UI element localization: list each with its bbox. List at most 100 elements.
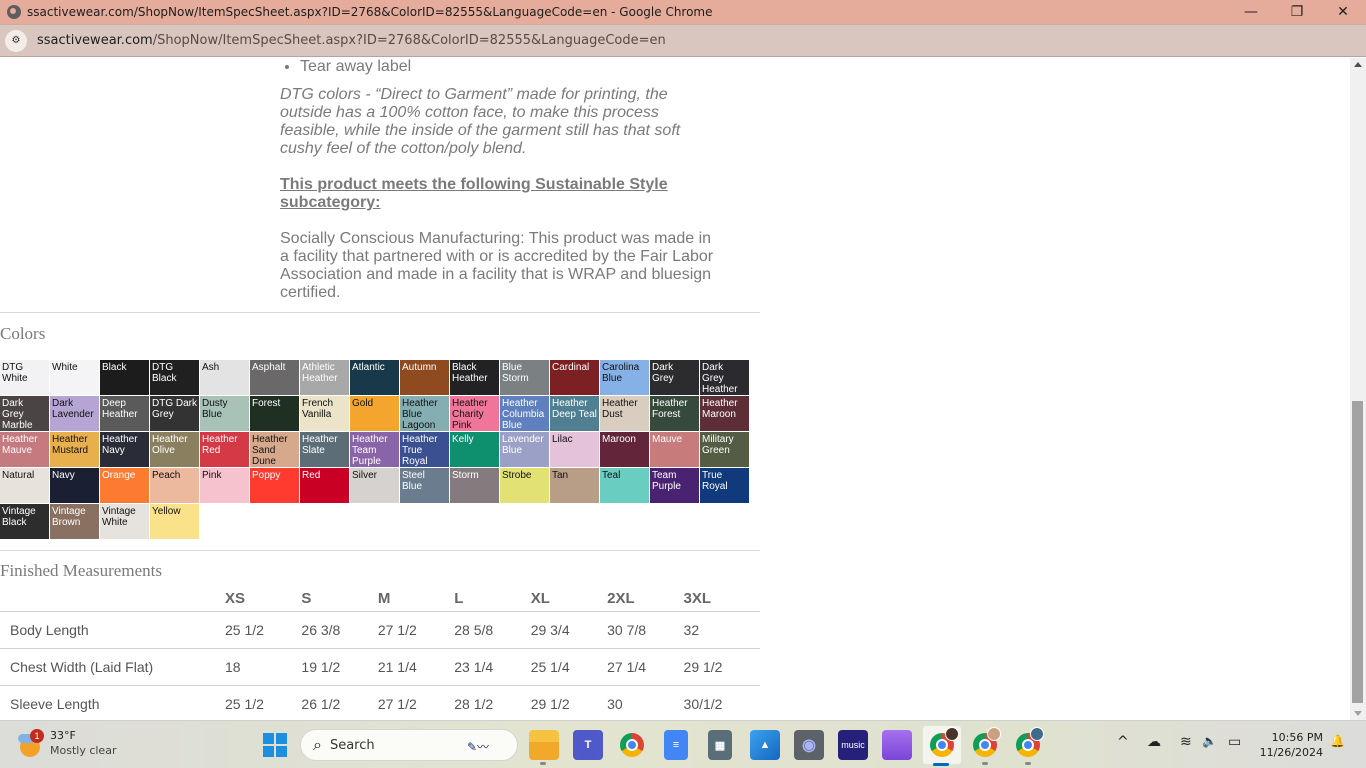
- color-swatch[interactable]: Heather Mauve: [0, 432, 49, 467]
- color-swatch[interactable]: Heather True Royal: [400, 432, 449, 467]
- color-swatch[interactable]: Heather Slate: [300, 432, 349, 467]
- color-swatch[interactable]: Military Green: [700, 432, 749, 467]
- color-swatch[interactable]: Heather Olive: [150, 432, 199, 467]
- color-swatch[interactable]: Heather Forest: [650, 396, 699, 431]
- color-swatch[interactable]: Tan: [550, 468, 599, 503]
- color-swatch[interactable]: Blue Storm: [500, 360, 549, 395]
- battery-icon[interactable]: ▭: [1228, 734, 1241, 750]
- color-swatch[interactable]: Strobe: [500, 468, 549, 503]
- color-swatch[interactable]: Carolina Blue: [600, 360, 649, 395]
- minimize-button[interactable]: —: [1228, 0, 1274, 24]
- color-swatch[interactable]: Orange: [100, 468, 149, 503]
- color-swatch[interactable]: Pink: [200, 468, 249, 503]
- volume-icon[interactable]: 🔈: [1202, 734, 1217, 748]
- measurement-value: 29 1/2: [530, 684, 608, 720]
- address-bar[interactable]: ⚙ ssactivewear.com/ShopNow/ItemSpecSheet…: [0, 24, 1366, 57]
- color-swatch[interactable]: Lilac: [550, 432, 599, 467]
- vertical-scrollbar[interactable]: [1350, 58, 1366, 720]
- color-swatch[interactable]: Heather Team Purple: [350, 432, 399, 467]
- color-swatch[interactable]: Maroon: [600, 432, 649, 467]
- color-swatch[interactable]: Steel Blue: [400, 468, 449, 503]
- color-swatch[interactable]: Vintage White: [100, 504, 149, 539]
- color-swatch[interactable]: Cardinal: [550, 360, 599, 395]
- color-swatch[interactable]: Forest: [250, 396, 299, 431]
- color-swatch[interactable]: Heather Sand Dune: [250, 432, 299, 467]
- color-swatch[interactable]: Autumn: [400, 360, 449, 395]
- measurement-value: 30 7/8: [607, 610, 684, 648]
- site-info-button[interactable]: ⚙: [5, 29, 27, 52]
- scroll-up-icon[interactable]: [1354, 62, 1362, 67]
- teams-icon[interactable]: T: [573, 730, 603, 760]
- color-swatch[interactable]: Storm: [450, 468, 499, 503]
- color-swatch[interactable]: French Vanilla: [300, 396, 349, 431]
- color-swatch[interactable]: Heather Maroon: [700, 396, 749, 431]
- color-swatch[interactable]: White: [50, 360, 99, 395]
- color-swatch[interactable]: Asphalt: [250, 360, 299, 395]
- color-swatch[interactable]: Dark Lavender: [50, 396, 99, 431]
- color-swatch[interactable]: Dusty Blue: [200, 396, 249, 431]
- color-swatch[interactable]: Atlantic: [350, 360, 399, 395]
- color-swatch[interactable]: Poppy: [250, 468, 299, 503]
- color-swatch[interactable]: Natural: [0, 468, 49, 503]
- onedrive-icon[interactable]: ☁: [1147, 734, 1161, 750]
- color-swatch[interactable]: Heather Navy: [100, 432, 149, 467]
- chrome-icon[interactable]: [617, 730, 647, 760]
- restore-button[interactable]: ❐: [1274, 0, 1320, 24]
- photos-icon[interactable]: ▲: [750, 730, 780, 760]
- show-hidden-icons-button[interactable]: ^: [1117, 734, 1129, 750]
- camera-icon[interactable]: ◉: [794, 730, 824, 760]
- color-swatch[interactable]: Team Purple: [650, 468, 699, 503]
- color-swatch[interactable]: Heather Dust: [600, 396, 649, 431]
- color-swatch[interactable]: Gold: [350, 396, 399, 431]
- color-swatch[interactable]: Athletic Heather: [300, 360, 349, 395]
- color-swatch[interactable]: Kelly: [450, 432, 499, 467]
- color-swatch[interactable]: Heather Blue Lagoon: [400, 396, 449, 431]
- file-explorer-icon[interactable]: [529, 730, 559, 760]
- color-swatch[interactable]: Dark Grey Marble: [0, 396, 49, 431]
- color-swatch[interactable]: True Royal: [700, 468, 749, 503]
- notification-bell-icon[interactable]: 🔔: [1330, 734, 1345, 748]
- color-swatch[interactable]: Navy: [50, 468, 99, 503]
- color-swatch[interactable]: Teal: [600, 468, 649, 503]
- scroll-down-icon[interactable]: [1354, 711, 1362, 716]
- color-swatch[interactable]: Heather Charity Pink: [450, 396, 499, 431]
- weather-widget[interactable]: 1 33°F Mostly clear: [18, 728, 116, 758]
- scrollbar-thumb[interactable]: [1352, 401, 1363, 703]
- url-field[interactable]: ssactivewear.com/ShopNow/ItemSpecSheet.a…: [37, 33, 666, 48]
- color-swatch[interactable]: Ash: [200, 360, 249, 395]
- wifi-icon[interactable]: ≋: [1180, 734, 1192, 750]
- amazon-music-icon[interactable]: music: [838, 730, 868, 760]
- color-swatch[interactable]: Black Heather: [450, 360, 499, 395]
- color-swatch[interactable]: Heather Columbia Blue: [500, 396, 549, 431]
- start-button[interactable]: [263, 733, 287, 757]
- chrome-profile-1-icon[interactable]: [927, 727, 959, 760]
- color-swatch[interactable]: Peach: [150, 468, 199, 503]
- color-swatch[interactable]: Vintage Brown: [50, 504, 99, 539]
- color-swatch[interactable]: DTG Dark Grey: [150, 396, 199, 431]
- color-swatch[interactable]: Mauve: [650, 432, 699, 467]
- clipchamp-icon[interactable]: [882, 730, 912, 760]
- measurement-label: Chest Width (Laid Flat): [0, 647, 225, 685]
- calculator-icon[interactable]: ▦: [708, 730, 732, 760]
- color-swatch[interactable]: Deep Heather: [100, 396, 149, 431]
- color-swatch[interactable]: Red: [300, 468, 349, 503]
- color-swatch[interactable]: Dark Grey Heather: [700, 360, 749, 395]
- color-swatch[interactable]: Vintage Black: [0, 504, 49, 539]
- close-button[interactable]: ✕: [1320, 0, 1366, 24]
- color-swatch[interactable]: DTG Black: [150, 360, 199, 395]
- table-header-row: XS S M L XL 2XL 3XL: [0, 584, 760, 611]
- chrome-profile-3-icon[interactable]: [1013, 727, 1044, 760]
- color-swatch[interactable]: Silver: [350, 468, 399, 503]
- clock[interactable]: 10:56 PM 11/26/2024: [1255, 730, 1323, 760]
- color-swatch[interactable]: Black: [100, 360, 149, 395]
- color-swatch[interactable]: Heather Mustard: [50, 432, 99, 467]
- color-swatch[interactable]: DTG White: [0, 360, 49, 395]
- taskbar-search[interactable]: ⌕ Search ✎〰: [300, 729, 518, 761]
- color-swatch[interactable]: Heather Deep Teal: [550, 396, 599, 431]
- chrome-profile-2-icon[interactable]: [970, 727, 1001, 760]
- color-swatch[interactable]: Dark Grey: [650, 360, 699, 395]
- color-swatch[interactable]: Lavender Blue: [500, 432, 549, 467]
- color-swatch[interactable]: Yellow: [150, 504, 199, 539]
- color-swatch[interactable]: Heather Red: [200, 432, 249, 467]
- google-docs-icon[interactable]: ≡: [664, 730, 688, 760]
